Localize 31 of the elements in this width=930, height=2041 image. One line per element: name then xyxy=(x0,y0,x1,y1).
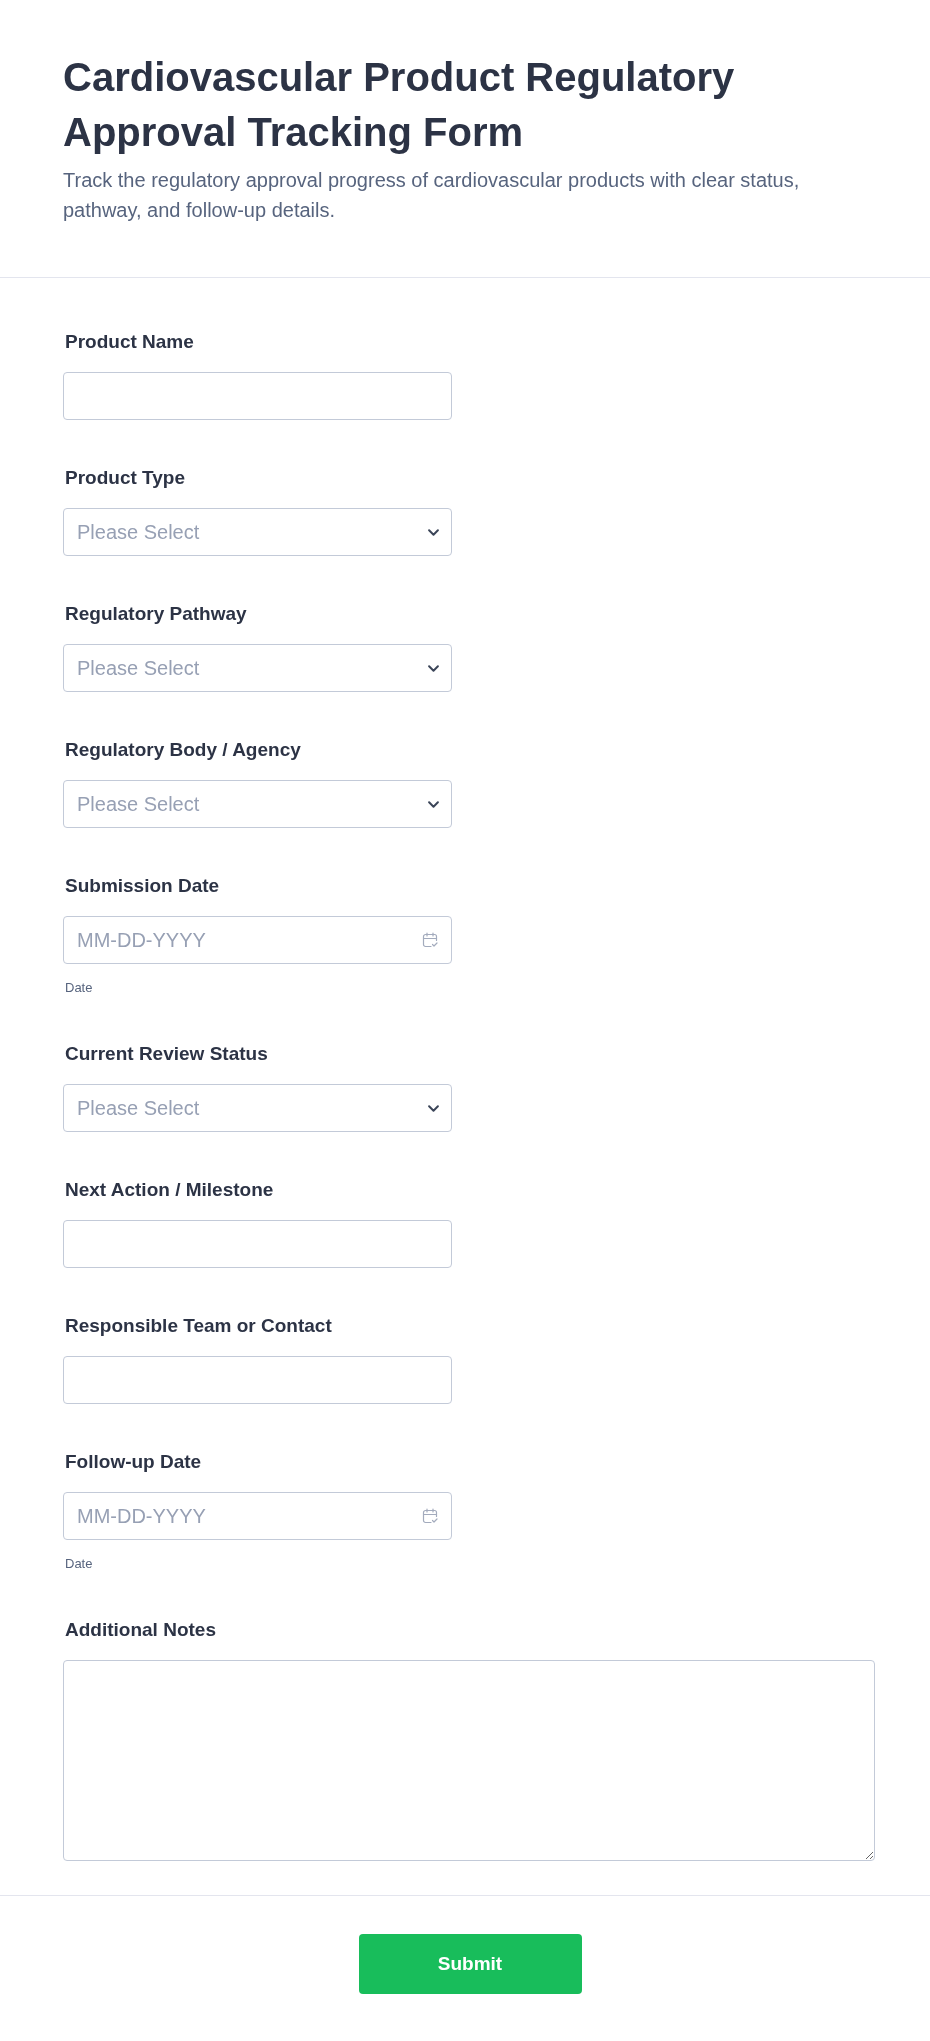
date-field[interactable]: MM-DD-YYYY xyxy=(63,916,452,964)
field-label: Regulatory Pathway xyxy=(65,602,247,626)
field-label: Follow-up Date xyxy=(65,1450,202,1474)
field-label: Product Name xyxy=(65,330,194,354)
field-label: Responsible Team or Contact xyxy=(65,1314,332,1338)
submit-button[interactable]: Submit xyxy=(358,1934,582,1994)
field-label: Current Review Status xyxy=(65,1042,268,1066)
caret-icon xyxy=(428,1105,439,1112)
field-label: Product Type xyxy=(65,466,185,490)
text-field[interactable] xyxy=(63,372,452,420)
select-field[interactable]: Please Select xyxy=(63,1084,452,1132)
form-title: Cardiovascular Product Regulatory Approval Tracking Form xyxy=(63,54,736,156)
field-label: Regulatory Body / Agency xyxy=(65,738,301,762)
caret-icon xyxy=(428,801,439,808)
caret-icon xyxy=(428,529,439,536)
field-label: Additional Notes xyxy=(65,1618,216,1642)
date-field[interactable]: MM-DD-YYYY xyxy=(63,1492,452,1540)
text-field[interactable] xyxy=(63,1220,452,1268)
field-label: Submission Date xyxy=(65,874,220,898)
select-field[interactable]: Please Select xyxy=(63,644,452,692)
calendar-icon xyxy=(422,932,438,948)
field-sublabel: Date xyxy=(65,1556,93,1572)
text-field[interactable] xyxy=(63,1356,452,1404)
select-field[interactable]: Please Select xyxy=(63,780,452,828)
textarea-field[interactable] xyxy=(63,1660,875,1861)
form-description: Track the regulatory approval progress of cardiovascular products with clear status, pathway, and follow-up details. xyxy=(63,168,801,223)
calendar-icon xyxy=(422,1508,438,1524)
field-label: Next Action / Milestone xyxy=(65,1178,274,1202)
caret-icon xyxy=(428,665,439,672)
select-field[interactable]: Please Select xyxy=(63,508,452,556)
field-sublabel: Date xyxy=(65,980,93,996)
